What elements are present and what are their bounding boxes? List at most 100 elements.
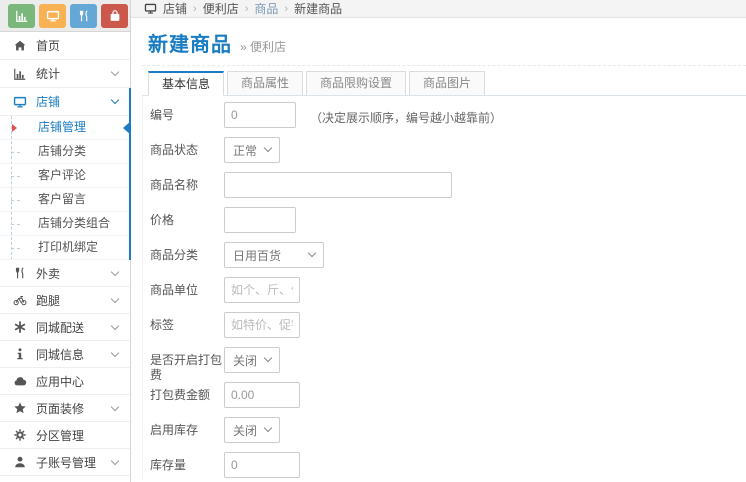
stock-quantity-input[interactable] <box>224 452 300 478</box>
sidebar-item-takeout[interactable]: 外卖 <box>0 260 130 287</box>
chevron-down-icon <box>110 95 120 105</box>
sidebar-item-page-decoration[interactable]: 页面装修 <box>0 395 130 422</box>
chevron-down-icon <box>110 456 120 465</box>
submenu-item-label: 客户留言 <box>38 192 87 206</box>
breadcrumb-item[interactable]: 商品 <box>254 0 278 17</box>
packing-fee-toggle-select[interactable]: 关闭 <box>224 347 281 373</box>
form-row: 打包费金额 <box>150 382 746 408</box>
selected-option: 关闭 <box>233 423 258 438</box>
field-label: 打包费金额 <box>150 388 211 402</box>
sidebar-item-label: 店铺 <box>36 95 61 109</box>
submenu-item-shop-management[interactable]: 店铺管理 <box>0 116 131 140</box>
main-area: 店铺 › 便利店 › 商品 › 新建商品 新建商品 » 便利店 基本信息 商品属… <box>131 0 746 482</box>
sidebar: 首页 统计 店铺 店铺管理 店铺分类 客户评论 客户留言 店铺分类组合 打印机绑… <box>0 0 131 482</box>
submenu-item-shop-category[interactable]: 店铺分类 <box>0 140 130 164</box>
sidebar-item-label: 统计 <box>36 67 61 81</box>
active-group-rail <box>129 88 131 260</box>
tab-purchase-limit-settings[interactable]: 商品限购设置 <box>306 71 407 95</box>
submenu-item-shop-category-combo[interactable]: 店铺分类组合 <box>0 212 130 236</box>
chevron-down-icon <box>263 353 273 363</box>
tab-product-images[interactable]: 商品图片 <box>409 71 486 95</box>
mall-tile-button[interactable] <box>101 3 128 28</box>
submenu-item-customer-reviews[interactable]: 客户评论 <box>0 164 130 188</box>
form-row: 价格 <box>150 207 746 233</box>
field-label: 库存量 <box>150 458 187 472</box>
product-status-select[interactable]: 正常 <box>224 137 281 163</box>
breadcrumb-item[interactable]: 便利店 <box>203 0 239 17</box>
home-icon <box>12 38 28 54</box>
sidebar-item-app-center[interactable]: 应用中心 <box>0 368 130 395</box>
sidebar-item-subaccount[interactable]: 子账号管理 <box>0 449 130 476</box>
monitor-icon <box>144 2 157 15</box>
field-label: 启用库存 <box>150 423 199 437</box>
tab-basic-info[interactable]: 基本信息 <box>148 71 225 96</box>
bar-chart-icon <box>12 66 28 82</box>
form-row: 编号 （决定展示顺序，编号越小越靠前） <box>150 102 746 128</box>
sidebar-item-home[interactable]: 首页 <box>0 32 130 60</box>
field-label: 商品分类 <box>150 248 199 262</box>
utensils-icon <box>77 9 91 23</box>
sidebar-item-label: 首页 <box>36 39 61 53</box>
page-content: 新建商品 » 便利店 基本信息 商品属性 商品限购设置 商品图片 编号 （决定展… <box>131 18 746 482</box>
submenu-item-label: 打印机绑定 <box>38 240 99 254</box>
selected-option: 正常 <box>233 143 258 158</box>
chevron-down-icon <box>110 402 120 411</box>
sidebar-item-errand[interactable]: 跑腿 <box>0 287 130 314</box>
field-label: 标签 <box>150 318 175 332</box>
bar-chart-icon <box>15 9 29 23</box>
tab-product-attributes[interactable]: 商品属性 <box>227 71 304 95</box>
field-label: 商品状态 <box>150 143 199 157</box>
gear-icon <box>12 427 28 443</box>
user-icon <box>12 454 28 470</box>
product-unit-input[interactable] <box>224 277 300 303</box>
sidebar-item-label: 同城信息 <box>36 347 85 362</box>
shop-tile-button[interactable] <box>39 3 66 28</box>
product-name-input[interactable] <box>224 172 452 198</box>
sidebar-item-shop[interactable]: 店铺 <box>0 88 130 116</box>
breadcrumb-separator: › <box>244 2 249 15</box>
field-label: 编号 <box>150 108 175 122</box>
chevron-down-icon <box>110 67 120 77</box>
chevron-down-icon <box>110 348 120 357</box>
selected-option: 日用百货 <box>233 248 282 263</box>
form-row: 标签 <box>150 312 746 338</box>
chevron-down-icon <box>110 294 120 303</box>
monitor-icon <box>12 94 28 110</box>
tags-input[interactable] <box>224 312 300 338</box>
form-row: 商品状态 正常 <box>150 137 746 163</box>
chevron-down-icon <box>307 248 317 258</box>
form-row: 商品分类 日用百货 <box>150 242 746 268</box>
star-icon <box>12 400 28 416</box>
field-label: 是否开启打包费 <box>150 353 223 382</box>
packing-fee-amount-input[interactable] <box>224 382 300 408</box>
submenu-item-label: 客户评论 <box>38 168 87 182</box>
asterisk-icon <box>12 319 28 335</box>
breadcrumb-item[interactable]: 店铺 <box>163 0 187 17</box>
stock-enable-select[interactable]: 关闭 <box>224 417 281 443</box>
sidebar-item-city-delivery[interactable]: 同城配送 <box>0 314 130 341</box>
sidebar-item-label: 跑腿 <box>36 293 61 308</box>
submenu-item-label: 店铺管理 <box>38 120 87 134</box>
sidebar-item-zone-management[interactable]: 分区管理 <box>0 422 130 449</box>
shopping-bag-icon <box>108 9 122 23</box>
form-row: 库存量 <box>150 452 746 478</box>
sidebar-item-label: 外卖 <box>36 266 61 281</box>
divider <box>142 65 746 66</box>
sidebar-item-label: 子账号管理 <box>36 455 97 470</box>
sidebar-item-city-info[interactable]: 同城信息 <box>0 341 130 368</box>
breadcrumb-separator: › <box>284 2 289 15</box>
sidebar-menu: 首页 统计 店铺 店铺管理 店铺分类 客户评论 客户留言 店铺分类组合 打印机绑… <box>0 32 131 476</box>
submenu-item-label: 店铺分类 <box>38 144 87 158</box>
chevron-down-icon <box>110 321 120 330</box>
basic-info-form: 编号 （决定展示顺序，编号越小越靠前） 商品状态 正常 商品名称 价 <box>142 96 746 478</box>
stats-tile-button[interactable] <box>8 3 35 28</box>
product-number-input[interactable] <box>224 102 296 128</box>
sidebar-item-stats[interactable]: 统计 <box>0 60 130 88</box>
takeout-tile-button[interactable] <box>70 3 97 28</box>
price-input[interactable] <box>224 207 296 233</box>
monitor-icon <box>46 9 60 23</box>
product-category-select[interactable]: 日用百货 <box>224 242 324 268</box>
chevron-down-icon <box>110 267 120 276</box>
submenu-item-printer-binding[interactable]: 打印机绑定 <box>0 236 130 260</box>
submenu-item-customer-messages[interactable]: 客户留言 <box>0 188 130 212</box>
